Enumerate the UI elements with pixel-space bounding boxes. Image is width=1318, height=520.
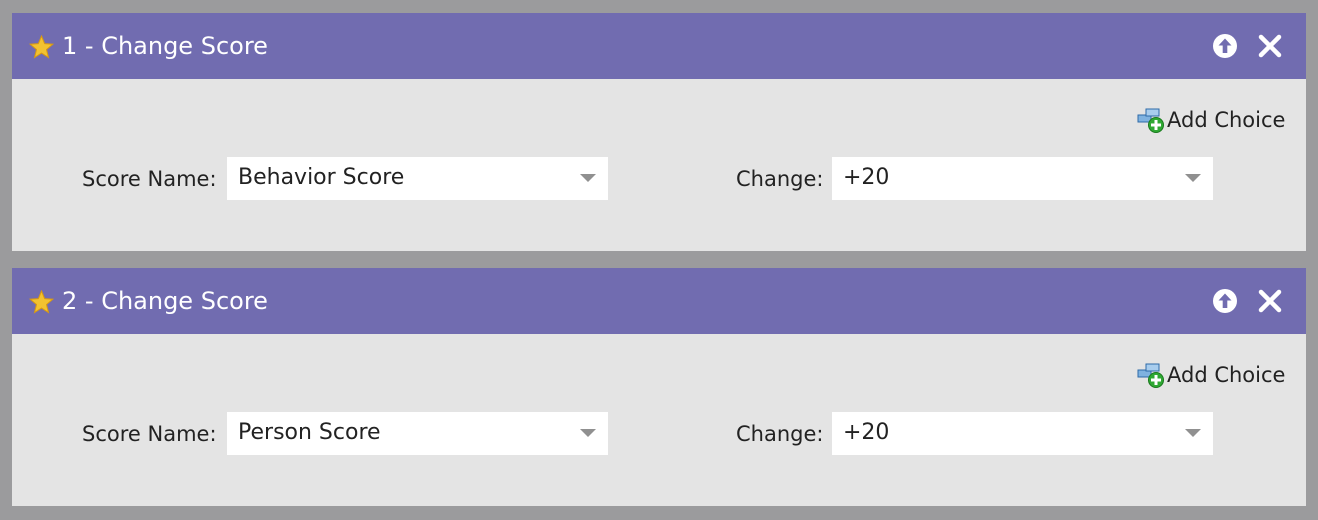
arrow-up-circle-icon: [1213, 289, 1237, 313]
move-up-button[interactable]: [1212, 33, 1238, 59]
step-body: Add Choice Score Name: Person Score Chan…: [12, 334, 1306, 506]
step-title: 2 - Change Score: [62, 287, 268, 315]
step-body: Add Choice Score Name: Behavior Score Ch…: [12, 79, 1306, 251]
change-value: +20: [843, 420, 890, 445]
change-select[interactable]: +20: [832, 157, 1213, 200]
change-label: Change:: [736, 422, 824, 446]
flow-step-1: 1 - Change Score Add Choice Score Name: …: [12, 13, 1306, 251]
chevron-down-icon: [580, 174, 596, 182]
star-icon: [28, 289, 55, 314]
step-title: 1 - Change Score: [62, 32, 268, 60]
score-name-label: Score Name:: [82, 422, 217, 446]
score-name-label: Score Name:: [82, 167, 217, 191]
step-header: 2 - Change Score: [12, 268, 1306, 334]
add-choice-icon: [1137, 361, 1165, 389]
score-name-select[interactable]: Behavior Score: [227, 157, 608, 200]
step-header: 1 - Change Score: [12, 13, 1306, 79]
chevron-down-icon: [1185, 174, 1201, 182]
star-icon: [28, 34, 55, 59]
chevron-down-icon: [580, 429, 596, 437]
add-choice-label: Add Choice: [1167, 363, 1286, 387]
close-icon: [1258, 34, 1282, 58]
change-value: +20: [843, 165, 890, 190]
move-up-button[interactable]: [1212, 288, 1238, 314]
chevron-down-icon: [1185, 429, 1201, 437]
change-label: Change:: [736, 167, 824, 191]
arrow-up-circle-icon: [1213, 34, 1237, 58]
delete-step-button[interactable]: [1257, 288, 1283, 314]
score-name-value: Person Score: [238, 420, 381, 445]
change-select[interactable]: +20: [832, 412, 1213, 455]
score-name-select[interactable]: Person Score: [227, 412, 608, 455]
add-choice-icon: [1137, 106, 1165, 134]
close-icon: [1258, 289, 1282, 313]
score-name-value: Behavior Score: [238, 165, 405, 190]
add-choice-label: Add Choice: [1167, 108, 1286, 132]
delete-step-button[interactable]: [1257, 33, 1283, 59]
flow-step-2: 2 - Change Score Add Choice Score Name: …: [12, 268, 1306, 506]
